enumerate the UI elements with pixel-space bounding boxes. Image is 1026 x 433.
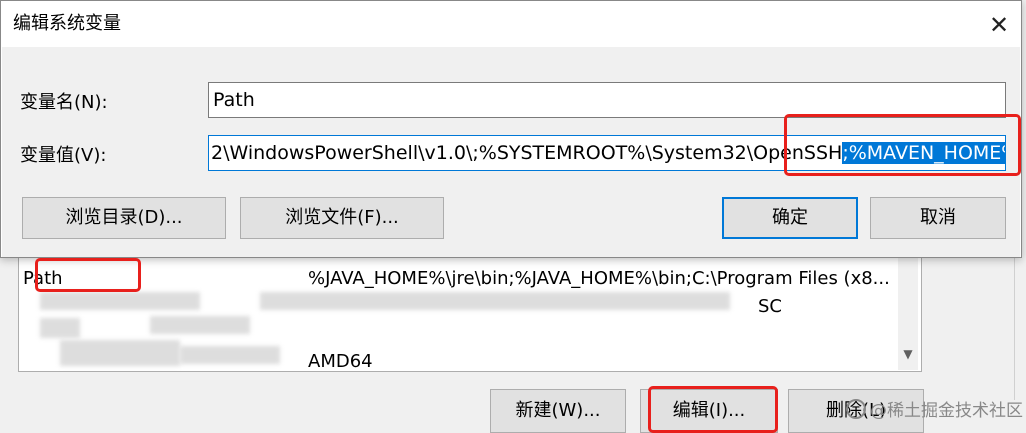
redacted-block bbox=[260, 292, 730, 310]
browse-directory-button[interactable]: 浏览目录(D)... bbox=[22, 197, 226, 239]
chevron-down-icon[interactable]: ▼ bbox=[900, 346, 916, 362]
variable-value: SC bbox=[758, 296, 782, 317]
redacted-block bbox=[40, 292, 200, 310]
juejin-logo-icon bbox=[846, 399, 866, 419]
variable-value-label: 变量值(V): bbox=[20, 145, 107, 166]
variable-name-input[interactable]: Path bbox=[208, 82, 1006, 118]
browse-file-button[interactable]: 浏览文件(F)... bbox=[240, 197, 444, 239]
edit-system-variable-dialog: 编辑系统变量 ✕ 变量名(N): Path 变量值(V): 2\WindowsP… bbox=[0, 0, 1022, 258]
edit-button[interactable]: 编辑(I)... bbox=[640, 389, 778, 433]
new-button[interactable]: 新建(W)... bbox=[490, 389, 626, 433]
close-icon[interactable]: ✕ bbox=[977, 7, 1021, 43]
selected-text: ;%MAVEN_HOME%\bin; bbox=[842, 142, 1005, 164]
variable-name: Path bbox=[23, 268, 63, 289]
dialog-body: 变量名(N): Path 变量值(V): 2\WindowsPowerShell… bbox=[2, 47, 1020, 257]
variable-value-input[interactable]: 2\WindowsPowerShell\v1.0\;%SYSTEMROOT%\S… bbox=[208, 135, 1006, 171]
watermark-text: @稀土掘金技术社区 bbox=[870, 401, 1023, 421]
variable-value: AMD64 bbox=[308, 351, 373, 372]
redacted-block bbox=[150, 316, 250, 334]
redacted-block bbox=[60, 340, 180, 366]
ok-button[interactable]: 确定 bbox=[722, 197, 858, 239]
variable-name-value: Path bbox=[213, 89, 255, 111]
redacted-block bbox=[40, 318, 80, 338]
variable-name-label: 变量名(N): bbox=[20, 92, 108, 113]
variable-value: %JAVA_HOME%\jre\bin;%JAVA_HOME%\bin;C:\P… bbox=[308, 268, 890, 289]
watermark: @稀土掘金技术社区 bbox=[846, 396, 1023, 421]
dialog-title: 编辑系统变量 bbox=[13, 13, 121, 34]
variable-value-text: 2\WindowsPowerShell\v1.0\;%SYSTEMROOT%\S… bbox=[211, 142, 843, 164]
redacted-block bbox=[180, 346, 280, 364]
divider bbox=[1014, 240, 1015, 400]
cancel-button[interactable]: 取消 bbox=[870, 197, 1006, 239]
